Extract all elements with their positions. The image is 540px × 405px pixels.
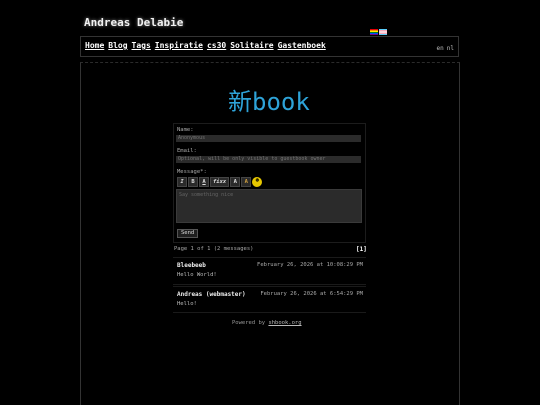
guestbook-entry: Andreas (webmaster) February 26, 2026 at… [173,286,366,313]
nav-links: Home Blog Tags Inspiratie cs30 Solitaire… [85,41,326,50]
site-title: Andreas Delabie [84,16,184,29]
nav-blog[interactable]: Blog [108,41,127,50]
page-1-link[interactable]: [1] [356,246,367,253]
powered-by-label: Powered by [232,320,266,326]
nav-bar: Home Blog Tags Inspiratie cs30 Solitaire… [80,36,459,57]
nav-cs30[interactable]: cs30 [207,41,226,50]
entry-message: Hello! [177,301,197,307]
name-label: Name: [177,127,194,133]
entry-message: Hello World! [177,272,217,278]
entry-date: February 26, 2026 at 10:08:29 PM [257,262,363,268]
powered-by: Powered by shbook.org [232,320,302,326]
email-label: Email: [177,148,197,154]
bold-button[interactable]: B [188,177,198,187]
send-button[interactable]: Send [177,229,199,238]
entry-date: February 26, 2026 at 6:54:29 PM [260,291,363,297]
pagination-summary: Page 1 of 1 (2 messages) [174,246,254,252]
entry-author: Andreas (webmaster) [177,291,246,298]
guestbook-entry: Bleebeeb February 26, 2026 at 10:08:29 P… [173,257,366,285]
font-size-button[interactable]: A [230,177,241,187]
message-label: Message*: [177,169,207,175]
email-input[interactable] [176,156,361,163]
rainbow-flag-icon [370,29,378,35]
name-input[interactable] [176,135,361,142]
smiley-icon[interactable]: ☻ [252,177,263,187]
language-switch: en nl [437,45,454,52]
underline-button[interactable]: A [199,177,209,187]
powered-by-link[interactable]: shbook.org [268,320,301,326]
font-color-button[interactable]: A [241,177,252,187]
format-toolbar: I B A fixx A A ☻ [177,177,263,187]
nav-solitaire[interactable]: Solitaire [230,41,273,50]
lang-en[interactable]: en [437,45,444,52]
italic-button[interactable]: I [177,177,187,187]
logo-kanji: 新 [228,88,252,116]
trans-flag-icon [379,29,387,35]
lang-nl[interactable]: nl [447,45,454,52]
nav-gastenboek[interactable]: Gastenboek [278,41,326,50]
nav-home[interactable]: Home [85,41,104,50]
guestbook-logo: 新book [228,82,310,117]
flags [370,29,387,35]
nav-tags[interactable]: Tags [132,41,151,50]
logo-text: book [252,88,310,116]
code-button[interactable]: fixx [210,177,230,187]
message-textarea[interactable]: Say something nice [176,189,362,223]
nav-inspiratie[interactable]: Inspiratie [155,41,203,50]
entry-author: Bleebeeb [177,262,206,269]
